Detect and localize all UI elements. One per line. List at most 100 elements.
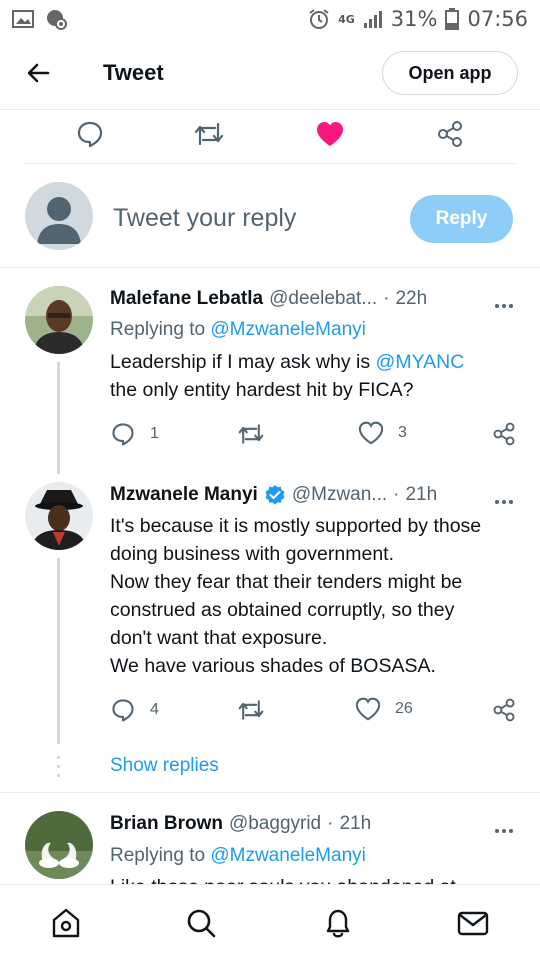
messages-icon [457, 911, 489, 936]
tweet-mention[interactable]: @MYANC [376, 351, 465, 373]
more-options-button[interactable] [490, 821, 518, 841]
separator-dot: · [393, 484, 400, 505]
thread-dot [57, 756, 60, 759]
status-bar: 4G 31% 07:56 [0, 0, 540, 38]
more-options-button[interactable] [490, 492, 518, 512]
tweet-text: Leadership if I may ask why is @MYANC th… [110, 348, 525, 404]
more-dot [495, 829, 499, 833]
share-icon [438, 121, 462, 147]
like-count: 26 [395, 700, 413, 717]
like-action[interactable]: 26 [355, 697, 413, 721]
thread-dot [57, 774, 60, 777]
author-handle[interactable]: @Mzwan... [292, 484, 387, 506]
main-tweet-action-bar [24, 110, 516, 164]
arrow-left-icon [27, 63, 50, 83]
author-name[interactable]: Malefane Lebatla [110, 288, 263, 310]
share-icon [493, 422, 515, 446]
reply-input[interactable]: Tweet your reply [113, 204, 296, 233]
verified-badge-icon [265, 485, 285, 505]
tweet-text-part: the only entity hardest hit by FICA? [110, 379, 414, 401]
retweet-action[interactable] [192, 117, 226, 151]
settings-notification-icon [47, 10, 67, 30]
profile-photo-malefane [25, 286, 93, 354]
avatar[interactable] [25, 482, 93, 550]
reply-action[interactable]: 1 [110, 421, 159, 447]
timestamp[interactable]: 21h [405, 484, 437, 506]
tweet-actions: 1 3 [110, 421, 520, 451]
tweet-header: Malefane Lebatla @deelebat... · 22h [110, 288, 427, 310]
separator-dot: · [327, 813, 334, 834]
tweet-text-line: construed as obtained corruptly, so they [110, 599, 455, 621]
tweet-text-line: don't want that exposure. [110, 627, 328, 649]
replying-to-mention[interactable]: @MzwaneleManyi [210, 319, 366, 340]
author-handle[interactable]: @deelebat... [269, 288, 377, 310]
battery-icon [445, 8, 460, 30]
tweet-header: Brian Brown @baggyrid · 21h [110, 813, 371, 835]
share-action[interactable] [491, 697, 517, 723]
tweet-text-part: Leadership if I may ask why is [110, 351, 376, 373]
retweet-action[interactable] [237, 697, 265, 723]
current-user-avatar [25, 182, 93, 250]
reply-action[interactable]: 4 [110, 697, 159, 723]
open-app-button[interactable]: Open app [382, 51, 518, 95]
signal-icon [363, 11, 382, 28]
network-type: 4G [338, 12, 355, 26]
comment-icon [77, 121, 103, 148]
reply-tweet[interactable]: Brian Brown @baggyrid · 21h Replying to … [0, 793, 540, 884]
reply-button[interactable]: Reply [410, 195, 513, 243]
share-action[interactable] [491, 421, 517, 447]
more-dot [495, 500, 499, 504]
nav-messages[interactable] [455, 905, 491, 941]
show-replies-link[interactable]: Show replies [110, 755, 219, 777]
author-name[interactable]: Brian Brown [110, 813, 223, 835]
nav-home[interactable] [48, 905, 84, 941]
retweet-icon [238, 424, 264, 444]
tweet-text-line: It's because it is mostly supported by t… [110, 515, 482, 537]
comment-icon [112, 423, 134, 446]
tweet-header: Mzwanele Manyi @Mzwan... · 21h [110, 484, 437, 506]
home-icon [52, 908, 80, 938]
nav-search[interactable] [183, 905, 219, 941]
timestamp[interactable]: 22h [395, 288, 427, 310]
reply-tweet[interactable]: Mzwanele Manyi @Mzwan... · 21h It's beca… [0, 474, 540, 792]
top-app-bar: Tweet Open app [0, 38, 540, 110]
thread-dots [57, 756, 60, 777]
replying-prefix: Replying to [110, 845, 206, 866]
battery-percent: 31% [390, 7, 438, 31]
reply-action[interactable] [73, 117, 107, 151]
like-action[interactable] [313, 117, 347, 151]
comment-icon [112, 699, 134, 722]
tweet-actions: 4 26 [110, 697, 520, 727]
more-dot [509, 304, 513, 308]
retweet-action[interactable] [237, 421, 265, 447]
like-count: 3 [398, 424, 407, 441]
thread-line [57, 362, 60, 474]
tweet-text-line: Now they fear that their tenders might b… [110, 571, 463, 593]
author-name[interactable]: Mzwanele Manyi [110, 484, 258, 506]
more-options-button[interactable] [490, 296, 518, 316]
more-dot [495, 304, 499, 308]
heart-outline-icon [355, 697, 381, 721]
notifications-icon [326, 909, 350, 938]
back-button[interactable] [22, 56, 56, 90]
reply-tweet[interactable]: Malefane Lebatla @deelebat... · 22h Repl… [0, 268, 540, 474]
replying-to: Replying to @MzwaneleManyi [110, 319, 366, 341]
default-profile-icon [37, 197, 81, 244]
replying-to-mention[interactable]: @MzwaneleManyi [210, 845, 366, 866]
retweet-icon [194, 122, 224, 146]
avatar[interactable] [25, 811, 93, 879]
more-dot [502, 304, 506, 308]
timestamp[interactable]: 21h [339, 813, 371, 835]
tweet-text-line: We have various shades of BOSASA. [110, 655, 436, 677]
share-action[interactable] [433, 117, 467, 151]
like-action[interactable]: 3 [358, 421, 407, 445]
reply-count: 1 [150, 425, 159, 442]
profile-photo-mzwanele [25, 482, 93, 550]
nav-notifications[interactable] [320, 905, 356, 941]
clock: 07:56 [467, 7, 528, 31]
thread-dot [57, 765, 60, 768]
avatar[interactable] [25, 286, 93, 354]
author-handle[interactable]: @baggyrid [229, 813, 321, 835]
gallery-notification-icon [12, 10, 34, 28]
bottom-navigation [0, 884, 540, 960]
